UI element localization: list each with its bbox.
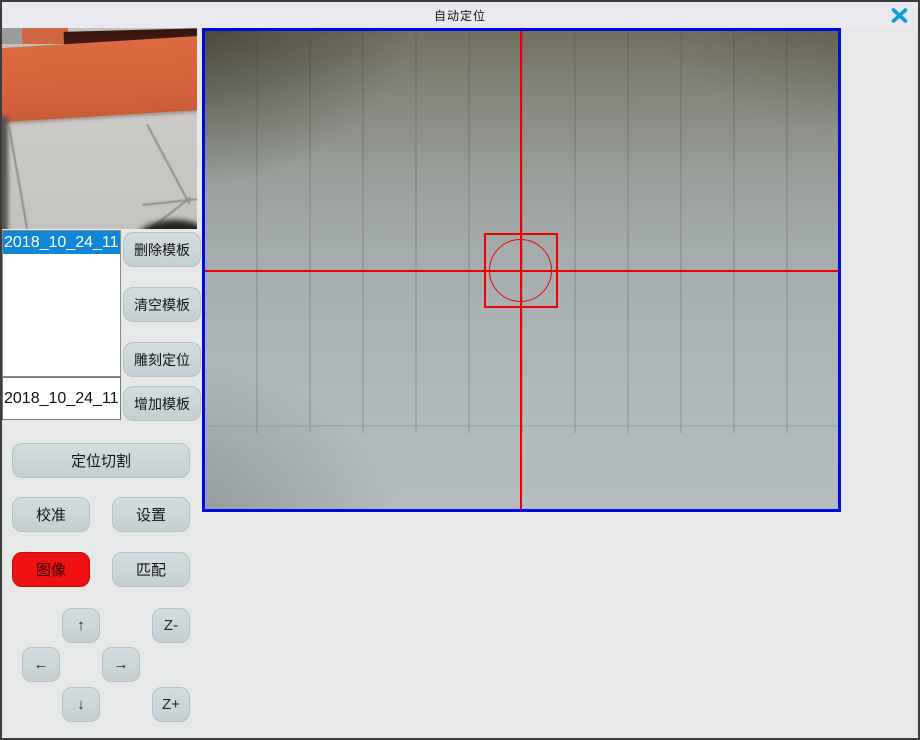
photo-gray-block <box>2 28 22 44</box>
template-preview-image <box>2 28 197 229</box>
image-button[interactable]: 图像 <box>12 552 90 587</box>
photo-left-shadow <box>2 116 8 229</box>
close-button[interactable] <box>886 5 912 25</box>
template-list-item[interactable]: 2018_10_24_11 <box>3 231 120 254</box>
auto-position-dialog: 自动定位 2018_10_24_11 删除模板 清空模板 雕刻定位 增加模板 定… <box>0 0 920 740</box>
jog-down-button[interactable]: ↓ <box>62 687 100 722</box>
jog-up-button[interactable]: ↑ <box>62 608 100 643</box>
photo-tile-grout <box>146 124 190 204</box>
close-icon <box>891 8 908 23</box>
position-cut-button[interactable]: 定位切割 <box>12 443 190 478</box>
jog-left-button[interactable]: ← <box>22 647 60 682</box>
engrave-position-button[interactable]: 雕刻定位 <box>123 342 201 377</box>
camera-view[interactable] <box>202 28 841 512</box>
jog-z-plus-button[interactable]: Z+ <box>152 687 190 722</box>
delete-template-button[interactable]: 删除模板 <box>123 232 201 267</box>
title-bar: 自动定位 <box>2 2 918 28</box>
template-list[interactable]: 2018_10_24_11 <box>2 230 121 377</box>
clear-templates-button[interactable]: 清空模板 <box>123 287 201 322</box>
dialog-title: 自动定位 <box>434 7 486 24</box>
settings-button[interactable]: 设置 <box>112 497 190 532</box>
calibrate-button[interactable]: 校准 <box>12 497 90 532</box>
template-name-input[interactable] <box>2 377 121 420</box>
match-region-circle <box>489 239 552 302</box>
jog-right-button[interactable]: → <box>102 647 140 682</box>
photo-orange-block <box>22 28 68 44</box>
jog-z-minus-button[interactable]: Z- <box>152 608 190 643</box>
photo-orange-board <box>2 35 197 122</box>
match-button[interactable]: 匹配 <box>112 552 190 587</box>
photo-dark-object <box>132 220 197 229</box>
add-template-button[interactable]: 增加模板 <box>123 386 201 421</box>
photo-tile-grout <box>8 126 34 229</box>
